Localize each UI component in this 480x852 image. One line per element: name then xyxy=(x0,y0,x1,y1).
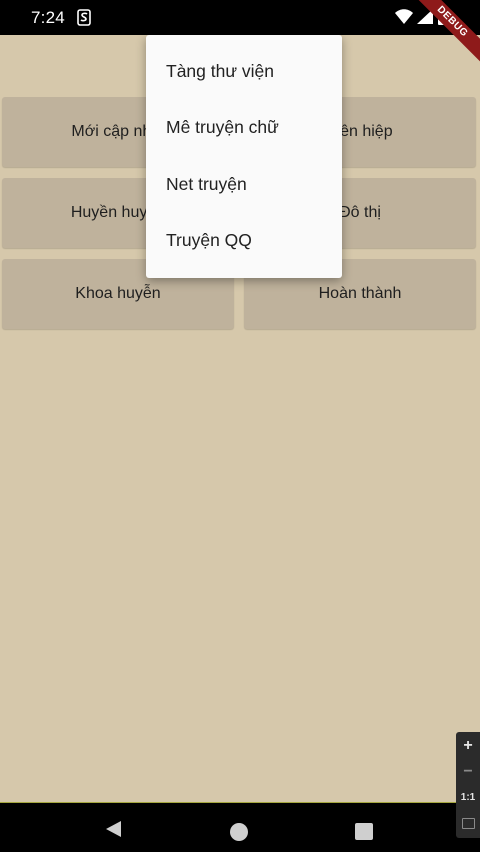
back-icon[interactable] xyxy=(104,820,122,838)
menu-item-me-truyen-chu[interactable]: Mê truyện chữ xyxy=(146,100,342,157)
menu-item-net-truyen[interactable]: Net truyện xyxy=(146,156,342,213)
system-nav-bar xyxy=(0,804,480,852)
zoom-out-button[interactable]: − xyxy=(456,761,480,783)
zoom-ratio-button[interactable]: 1:1 xyxy=(456,787,480,809)
status-bar: 7:24 xyxy=(0,0,480,35)
menu-item-tang-thu-vien[interactable]: Tàng thư viện xyxy=(146,43,342,100)
emulator-zoom-panel: + − 1:1 xyxy=(456,732,480,838)
source-popup-menu: Tàng thư viện Mê truyện chữ Net truyện T… xyxy=(146,35,342,278)
menu-item-truyen-qq[interactable]: Truyện QQ xyxy=(146,213,342,270)
debug-ribbon-label: DEBUG xyxy=(410,0,480,64)
zoom-in-button[interactable]: + xyxy=(456,735,480,757)
status-time: 7:24 xyxy=(31,8,65,27)
debug-banner: DEBUG xyxy=(410,0,480,70)
recents-icon[interactable] xyxy=(355,823,373,840)
home-icon[interactable] xyxy=(230,823,248,841)
fit-screen-icon[interactable] xyxy=(462,818,475,829)
s-app-icon xyxy=(77,9,91,26)
